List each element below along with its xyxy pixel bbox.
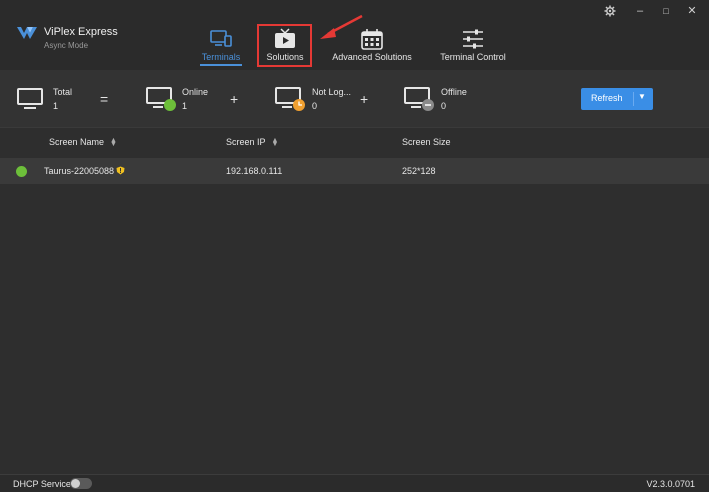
screen-size-cell: 252*128 [402, 166, 436, 176]
refresh-label: Refresh [591, 93, 623, 103]
status-bar: DHCP Service V2.3.0.0701 [0, 474, 709, 492]
dhcp-toggle[interactable] [70, 478, 92, 489]
screen-name-cell: Taurus-22005088 [44, 166, 125, 176]
tab-terminal-control-label: Terminal Control [440, 52, 506, 62]
screen-name-text: Taurus-22005088 [44, 166, 115, 176]
app-subtitle: Async Mode [44, 41, 89, 50]
tab-terminals[interactable]: Terminals [196, 22, 246, 66]
app-window: ViPlex Express Async Mode – □ ✕ Terminal… [0, 0, 709, 492]
annotation-highlight-box [257, 24, 312, 67]
online-label: Online [182, 87, 209, 97]
version-label: V2.3.0.0701 [646, 479, 695, 489]
app-title: ViPlex Express [44, 26, 118, 38]
gear-icon[interactable] [602, 4, 618, 18]
tab-terminals-label: Terminals [201, 52, 241, 62]
table-header: Screen Name ▲ ▼ Screen IP ▲ ▼ Screen Size [0, 130, 709, 154]
refresh-button[interactable]: Refresh ▼ [581, 88, 653, 110]
sort-icon: ▲ ▼ [110, 136, 117, 148]
total-value: 1 [53, 101, 59, 111]
not-logged-monitor-icon [275, 87, 305, 111]
online-monitor-icon [146, 87, 176, 111]
offline-value: 0 [441, 101, 447, 111]
online-value: 1 [182, 101, 188, 111]
screen-ip-cell: 192.168.0.111 [226, 166, 283, 176]
dhcp-service-label: DHCP Service [13, 479, 71, 489]
warning-icon [116, 166, 125, 175]
maximize-button[interactable]: □ [658, 4, 674, 18]
sort-icon: ▲ ▼ [271, 136, 279, 148]
table-body-empty-area [0, 184, 709, 474]
offline-label: Offline [441, 87, 467, 97]
sliders-icon [463, 29, 483, 49]
refresh-divider [633, 92, 634, 106]
offline-monitor-icon [404, 87, 434, 111]
tab-advanced-solutions-label: Advanced Solutions [332, 52, 412, 62]
toggle-knob [71, 479, 80, 488]
viplex-logo-icon [17, 27, 37, 39]
monitor-tablet-icon [210, 30, 232, 47]
annotation-arrow-icon [320, 14, 363, 39]
top-bar: ViPlex Express Async Mode – □ ✕ Terminal… [0, 0, 709, 70]
plus-sign: + [230, 91, 239, 107]
column-header-screen-ip[interactable]: Screen IP ▲ ▼ [226, 136, 279, 148]
column-header-label: Screen Name [49, 137, 105, 147]
plus-sign: + [360, 91, 369, 107]
column-header-label: Screen Size [402, 137, 451, 147]
not-logged-value: 0 [312, 101, 318, 111]
column-header-screen-size[interactable]: Screen Size [402, 137, 451, 147]
minimize-button[interactable]: – [632, 4, 648, 18]
equals-sign: = [100, 91, 109, 107]
total-label: Total [53, 87, 73, 97]
column-header-label: Screen IP [226, 137, 266, 147]
monitor-icon [17, 88, 43, 109]
not-logged-label: Not Log... [312, 87, 352, 97]
table-row[interactable]: Taurus-22005088 192.168.0.111 252*128 [0, 158, 709, 184]
chevron-down-icon[interactable]: ▼ [638, 92, 646, 101]
close-button[interactable]: ✕ [684, 4, 700, 18]
tab-terminal-control[interactable]: Terminal Control [436, 22, 510, 66]
online-status-dot [16, 166, 27, 177]
column-header-screen-name[interactable]: Screen Name ▲ ▼ [49, 136, 117, 148]
